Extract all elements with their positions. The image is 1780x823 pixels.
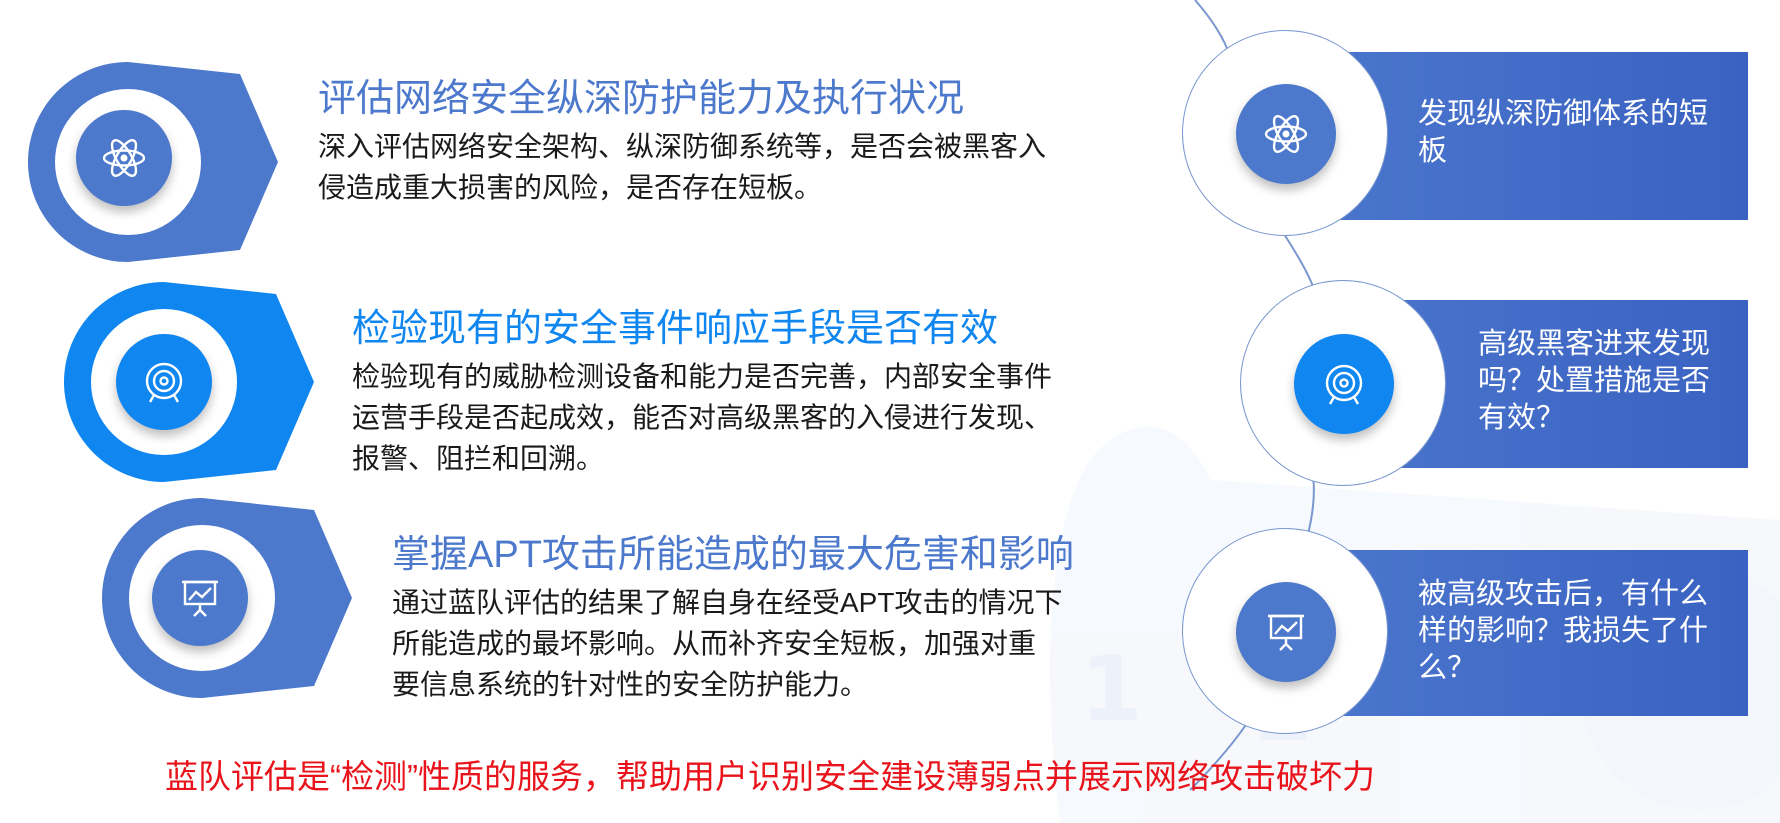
panel-2-text: 高级黑客进来发现 吗？处置措施是否 有效？ xyxy=(1478,326,1710,437)
item-3-desc-line: 要信息系统的针对性的安全防护能力。 xyxy=(392,669,869,700)
panel-1-text: 发现纵深防御体系的短 板 xyxy=(1418,96,1708,170)
panel-2-line: 有效？ xyxy=(1478,402,1566,434)
target-icon xyxy=(1325,364,1363,405)
item-2-icon-circle xyxy=(116,334,212,430)
panel-2-ring xyxy=(1240,280,1446,486)
footer-statement: 蓝队评估是“检测”性质的服务，帮助用户识别安全建设薄弱点并展示网络攻击破坏力 xyxy=(165,758,1375,795)
panel-3-line: 么？ xyxy=(1418,652,1477,684)
item-3-desc-line: 通过蓝队评估的结果了解自身在经受APT攻击的情况下 xyxy=(392,587,1063,618)
item-1-title: 评估网络安全纵深防护能力及执行状况 xyxy=(318,78,965,120)
item-2-desc: 检验现有的威胁检测设备和能力是否完善，内部安全事件 运营手段是否起成效，能否对高… xyxy=(352,356,1052,479)
panel-3-text: 被高级攻击后，有什么 样的影响？我损失了什 么？ xyxy=(1418,576,1708,687)
item-3-icon-circle xyxy=(152,550,248,646)
item-1-desc: 深入评估网络安全架构、纵深防御系统等，是否会被黑客入 侵造成重大损害的风险，是否… xyxy=(318,126,1046,208)
item-1-desc-line: 深入评估网络安全架构、纵深防御系统等，是否会被黑客入 xyxy=(318,131,1047,162)
item-1-icon-circle xyxy=(76,110,172,206)
item-1: 评估网络安全纵深防护能力及执行状况 深入评估网络安全架构、纵深防御系统等，是否会… xyxy=(318,76,1046,208)
item-3-badge xyxy=(102,498,352,698)
panel-1-icon-circle xyxy=(1236,84,1336,184)
presentation-icon xyxy=(1268,614,1304,651)
panel-2-icon-circle xyxy=(1294,334,1394,434)
atom-icon xyxy=(102,139,146,177)
item-3-desc-line: 所能造成的最坏影响。从而补齐安全短板，加强对重 xyxy=(392,628,1037,659)
svg-text:1: 1 xyxy=(1080,637,1143,742)
item-3: 掌握APT攻击所能造成的最大危害和影响 通过蓝队评估的结果了解自身在经受APT攻… xyxy=(392,532,1074,705)
item-2-desc-line: 运营手段是否起成效，能否对高级黑客的入侵进行发现、 xyxy=(352,402,1053,433)
item-2-title: 检验现有的安全事件响应手段是否有效 xyxy=(352,308,999,350)
presentation-icon xyxy=(182,580,218,617)
item-2-desc-line: 检验现有的威胁检测设备和能力是否完善，内部安全事件 xyxy=(352,361,1053,392)
item-2: 检验现有的安全事件响应手段是否有效 检验现有的威胁检测设备和能力是否完善，内部安… xyxy=(352,306,1052,479)
panel-3-ring xyxy=(1182,528,1388,734)
panel-3-line: 被高级攻击后，有什么 xyxy=(1418,578,1709,610)
panel-1-line: 板 xyxy=(1418,135,1448,167)
panel-2-line: 高级黑客进来发现 xyxy=(1478,328,1711,360)
item-3-desc: 通过蓝队评估的结果了解自身在经受APT攻击的情况下 所能造成的最坏影响。从而补齐… xyxy=(392,582,1074,705)
item-2-desc-line: 报警、阻拦和回溯。 xyxy=(352,443,605,474)
panel-3-icon-circle xyxy=(1236,582,1336,682)
atom-icon xyxy=(1264,115,1308,153)
target-icon xyxy=(145,362,183,403)
item-1-desc-line: 侵造成重大损害的风险，是否存在短板。 xyxy=(318,172,823,203)
item-1-badge xyxy=(28,62,278,262)
item-3-title: 掌握APT攻击所能造成的最大危害和影响 xyxy=(392,534,1074,576)
item-2-badge xyxy=(64,282,314,482)
panel-3-line: 样的影响？我损失了什 xyxy=(1418,615,1709,647)
panel-2-line: 吗？处置措施是否 xyxy=(1478,365,1711,397)
panel-1-line: 发现纵深防御体系的短 xyxy=(1418,98,1709,130)
panel-1-ring xyxy=(1182,30,1388,236)
